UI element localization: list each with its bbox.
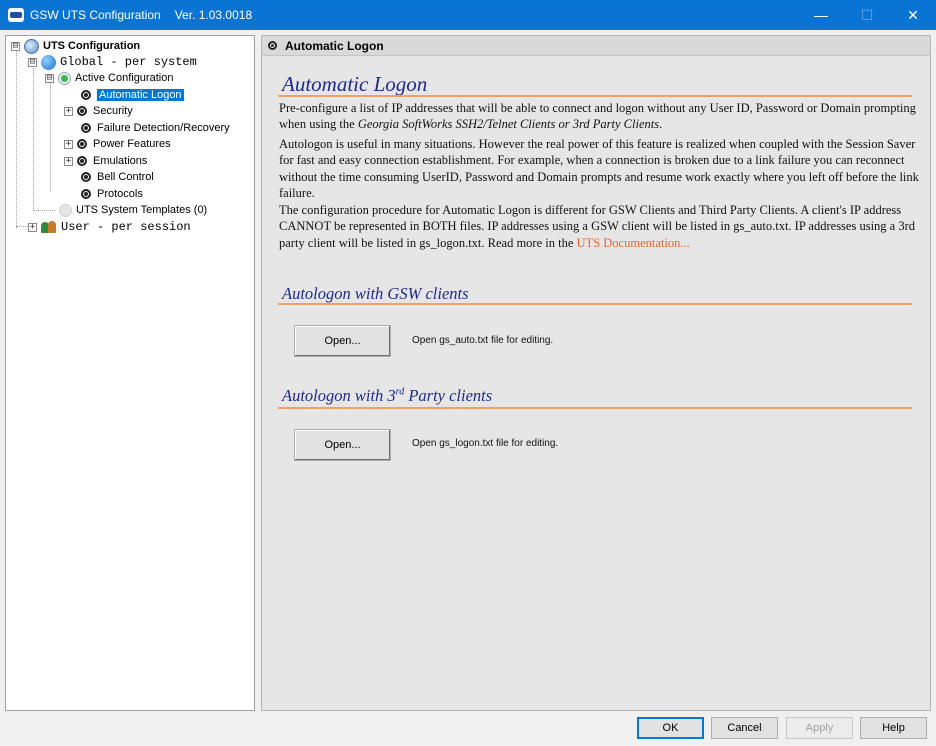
tree-item-user[interactable]: + User - per session [28,219,191,235]
tree-item-failure-detection[interactable]: Failure Detection/Recovery [81,120,230,136]
tree-item-label: UTS System Templates (0) [76,204,208,216]
tree-item-label: Automatic Logon [97,89,184,101]
ok-button[interactable]: OK [637,717,704,739]
tree-item-security[interactable]: + Security [64,103,133,119]
tree-item-label: Active Configuration [75,72,174,84]
content-pane: Automatic Logon Automatic Logon Pre-conf… [261,35,931,711]
tree-item-label: Security [93,105,133,117]
gear-icon [81,172,91,182]
collapse-icon[interactable]: ⊟ [45,73,54,83]
tree-item-active-configuration[interactable]: ⊟ Active Configuration [45,70,173,86]
tree-item-global[interactable]: ⊟ Global - per system [28,54,197,70]
expand-icon[interactable]: + [64,106,73,116]
open-gs-auto-button[interactable]: Open... [294,325,391,357]
tree-item-system-templates[interactable]: UTS System Templates (0) [59,202,207,218]
gear-icon [77,156,87,166]
title-bar: GSW UTS Configuration Ver. 1.03.0018 — ☐… [0,0,936,30]
open-gs-auto-description: Open gs_auto.txt file for editing. [412,335,554,346]
window-version: Ver. 1.03.0018 [174,8,253,22]
expand-icon[interactable]: + [64,139,73,149]
tree-item-label: Bell Control [97,171,154,183]
gear-icon [77,139,87,149]
section-title-3rd-party: Autologon with 3rd Party clients [282,386,493,405]
close-button[interactable]: ✕ [890,0,936,30]
section-title-gsw: Autologon with GSW clients [282,284,469,303]
collapse-icon[interactable]: ⊟ [11,41,20,51]
tree-item-label: Protocols [97,188,143,200]
globe-icon [41,54,56,70]
autologon-paragraph: Autologon is useful in many situations. … [279,137,919,201]
gear-icon [81,123,91,133]
app-icon [8,8,24,22]
uts-documentation-link[interactable]: UTS Documentation... [577,236,690,250]
minimize-button[interactable]: — [798,0,844,30]
expand-icon[interactable]: + [64,156,73,166]
cancel-button[interactable]: Cancel [711,717,778,739]
tree-item-label: Power Features [93,138,171,150]
maximize-button: ☐ [860,6,874,23]
active-config-icon [58,71,71,85]
tree-item-label: User - per session [61,220,191,234]
window-controls: — ☐ ✕ [798,0,936,30]
tree-item-uts-configuration[interactable]: ⊟ UTS Configuration [11,38,140,54]
title-divider [278,95,912,97]
tree-item-label: Failure Detection/Recovery [97,122,230,134]
expand-icon[interactable]: + [28,222,37,232]
users-icon [41,220,57,234]
gear-icon [268,41,277,50]
template-icon [59,203,72,217]
section-divider-gsw [278,303,912,305]
intro-paragraph: Pre-configure a list of IP addresses tha… [279,101,916,132]
page-title: Automatic Logon [282,72,428,96]
section-divider-3rd-party [278,407,912,409]
tree-item-automatic-logon[interactable]: Automatic Logon [81,87,184,103]
tree-item-emulations[interactable]: + Emulations [64,153,147,169]
collapse-icon[interactable]: ⊟ [28,57,37,67]
tree-item-protocols[interactable]: Protocols [81,186,143,202]
open-gs-logon-button[interactable]: Open... [294,429,391,461]
procedure-paragraph: The configuration procedure for Automati… [279,203,916,250]
window-title: GSW UTS Configuration [30,8,161,22]
gear-icon [77,106,87,116]
tree-item-power-features[interactable]: + Power Features [64,136,171,152]
help-button[interactable]: Help [860,717,927,739]
configuration-tree[interactable]: ⊟ UTS Configuration ⊟ Global - per syste… [5,35,255,711]
tree-item-bell-control[interactable]: Bell Control [81,169,154,185]
content-header-label: Automatic Logon [285,38,384,53]
tree-item-label: Global - per system [60,55,197,69]
tree-item-label: Emulations [93,155,148,167]
gear-icon [81,90,91,100]
content-header: Automatic Logon [262,36,930,56]
gear-icon [81,189,91,199]
tree-item-label: UTS Configuration [43,40,141,52]
apply-button: Apply [786,717,853,739]
open-gs-logon-description: Open gs_logon.txt file for editing. [412,438,559,449]
configuration-icon [24,38,39,54]
